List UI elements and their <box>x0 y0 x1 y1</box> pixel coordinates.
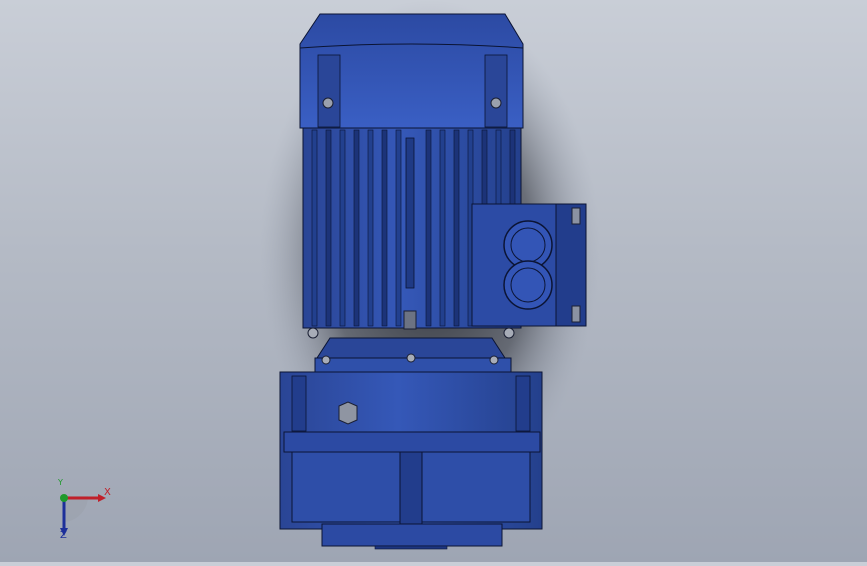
cover-screw-left <box>322 97 334 109</box>
graphics-viewport[interactable]: X Y Z <box>0 0 867 562</box>
flange-adapter[interactable] <box>314 337 512 375</box>
x-axis-label: X <box>104 487 111 498</box>
model-render[interactable] <box>0 0 867 562</box>
drain-plug <box>403 310 417 330</box>
y-axis-marker <box>60 494 68 502</box>
gearbox-housing[interactable] <box>279 371 543 530</box>
terminal-box[interactable] <box>471 203 587 327</box>
foot-bolt-left <box>307 327 319 339</box>
output-shaft-collar[interactable] <box>321 523 503 550</box>
coordinate-triad: X Y Z <box>48 478 118 544</box>
y-axis-label: Y <box>58 478 63 487</box>
cooling-fin <box>395 129 402 327</box>
cooling-fin <box>453 129 460 327</box>
cooling-fin <box>353 129 360 327</box>
cooling-fin <box>425 129 432 327</box>
cooling-fin <box>325 129 332 327</box>
cooling-fin <box>381 129 388 327</box>
foot-bolt-right <box>503 327 515 339</box>
cooling-fin <box>339 129 346 327</box>
oil-plug <box>338 401 358 425</box>
cooling-fin <box>311 129 318 327</box>
cover-screw-right <box>490 97 502 109</box>
motor-fan-cover[interactable] <box>299 13 524 129</box>
z-axis-label: Z <box>60 530 67 541</box>
cooling-fin <box>439 129 446 327</box>
cooling-fin <box>367 129 374 327</box>
